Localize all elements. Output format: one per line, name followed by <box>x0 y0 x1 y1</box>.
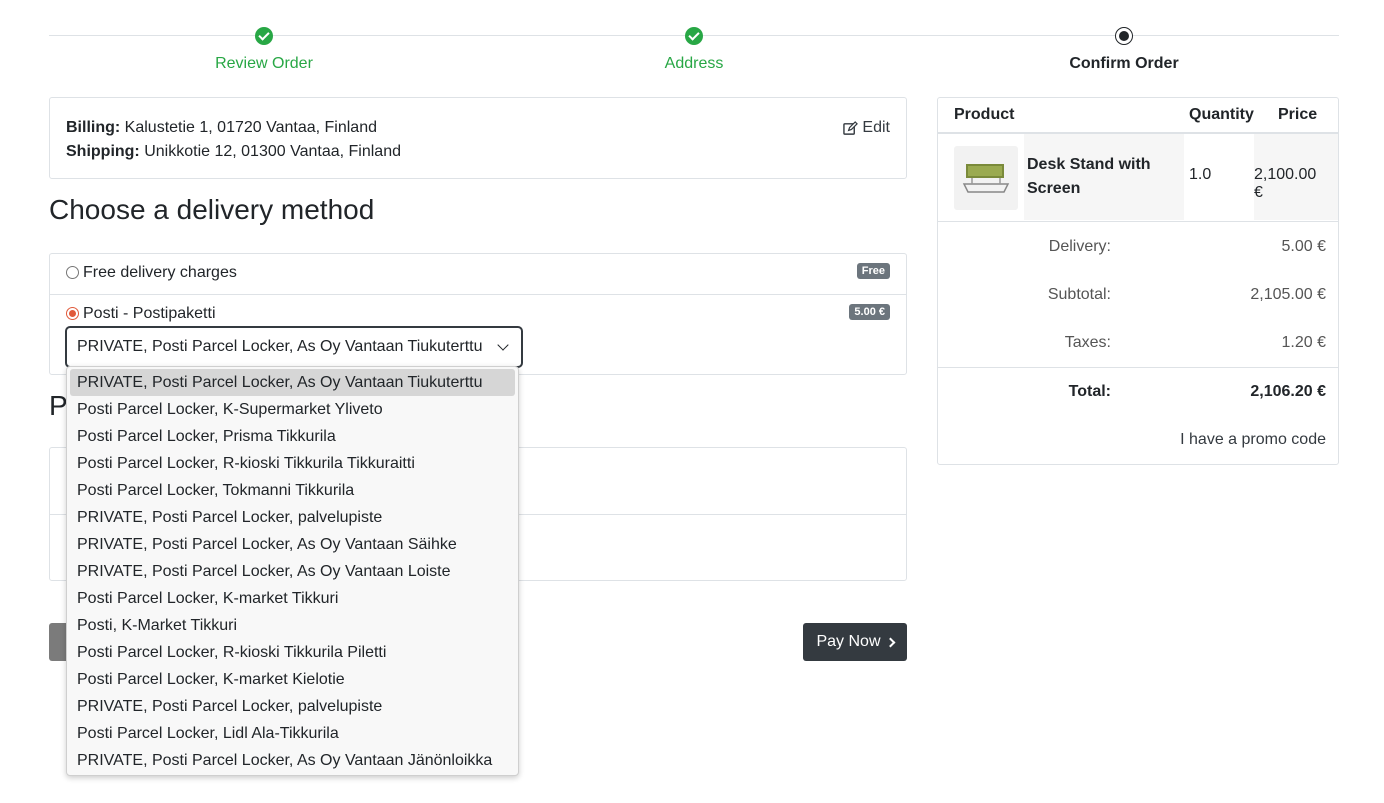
pickup-point-select[interactable]: PRIVATE, Posti Parcel Locker, As Oy Vant… <box>66 327 522 367</box>
chevron-down-icon <box>497 339 509 351</box>
step-confirm-order: Confirm Order <box>1024 27 1224 73</box>
pickup-point-dropdown: PRIVATE, Posti Parcel Locker, As Oy Vant… <box>66 366 519 776</box>
product-image <box>954 146 1018 210</box>
dropdown-option[interactable]: Posti Parcel Locker, R-kioski Tikkurila … <box>70 639 515 666</box>
chevron-right-icon <box>885 637 895 648</box>
pay-now-button[interactable]: Pay Now <box>803 623 907 661</box>
dropdown-option[interactable]: PRIVATE, Posti Parcel Locker, As Oy Vant… <box>70 558 515 585</box>
payment-title: P <box>49 390 68 421</box>
desk-stand-icon <box>962 164 1010 193</box>
product-row: Desk Stand with Screen 1.0 2,100.00 € <box>938 134 1338 222</box>
edit-address-link[interactable]: Edit <box>843 116 890 140</box>
divider <box>938 367 1338 368</box>
edit-label: Edit <box>862 119 890 136</box>
check-circle-icon <box>685 27 703 45</box>
dropdown-option[interactable]: PRIVATE, Posti Parcel Locker, As Oy Vant… <box>70 747 515 774</box>
radio-button[interactable] <box>66 307 79 320</box>
product-price: 2,100.00 € <box>1254 166 1317 201</box>
product-price-cell: 2,100.00 € <box>1254 134 1338 220</box>
promo-code-link[interactable]: I have a promo code <box>1180 431 1326 449</box>
subtotal-label: Subtotal: <box>1047 286 1111 303</box>
total-label: Total: <box>1068 383 1111 400</box>
address-card: Billing: Kalustetie 1, 01720 Vantaa, Fin… <box>49 97 907 179</box>
shipping-label: Shipping: <box>66 143 140 160</box>
taxes-value: 1.20 € <box>1281 334 1326 351</box>
edit-icon <box>843 120 859 135</box>
billing-value: Kalustetie 1, 01720 Vantaa, Finland <box>124 119 377 136</box>
price-badge: Free <box>856 263 890 279</box>
delivery-method-label: Posti - Postipaketti <box>83 305 216 322</box>
delivery-method-label: Free delivery charges <box>83 264 237 281</box>
check-circle-icon <box>255 27 273 45</box>
step-review-order[interactable]: Review Order <box>164 27 364 73</box>
step-label: Review Order <box>215 55 313 72</box>
billing-label: Billing: <box>66 119 121 136</box>
taxes-label: Taxes: <box>1064 334 1111 351</box>
radio-button[interactable] <box>66 266 79 279</box>
delivery-label: Delivery: <box>1048 238 1111 255</box>
dropdown-option[interactable]: Posti, K-Market Tikkuri <box>70 612 515 639</box>
checkout-progress: Review Order Address Confirm Order <box>49 0 1339 90</box>
delivery-title: Choose a delivery method <box>49 194 375 225</box>
subtotal-value: 2,105.00 € <box>1250 286 1326 303</box>
product-name: Desk Stand with Screen <box>1027 156 1151 197</box>
product-name-cell: Desk Stand with Screen <box>1024 134 1184 220</box>
taxes-row: Taxes: 1.20 € <box>938 334 1338 358</box>
shipping-line: Shipping: Unikkotie 12, 01300 Vantaa, Fi… <box>66 140 890 164</box>
order-summary: Product Quantity Price Desk Stand with S… <box>937 97 1339 465</box>
total-value: 2,106.20 € <box>1250 383 1326 400</box>
shipping-value: Unikkotie 12, 01300 Vantaa, Finland <box>144 143 401 160</box>
dropdown-option[interactable]: Posti Parcel Locker, Tokmanni Tikkurila <box>70 477 515 504</box>
step-label: Confirm Order <box>1069 55 1179 72</box>
dropdown-option[interactable]: Posti Parcel Locker, Prisma Tikkurila <box>70 423 515 450</box>
dropdown-option[interactable]: Posti Parcel Locker, R-kioski Tikkurila … <box>70 450 515 477</box>
dropdown-option[interactable]: Posti Parcel Locker, K-Supermarket Ylive… <box>70 396 515 423</box>
subtotal-row: Subtotal: 2,105.00 € <box>938 286 1338 310</box>
dot-circle-icon <box>1115 27 1133 45</box>
step-address[interactable]: Address <box>594 27 794 73</box>
dropdown-option[interactable]: Posti Parcel Locker, K-market Kielotie <box>70 666 515 693</box>
total-row: Total: 2,106.20 € <box>938 383 1338 407</box>
dropdown-option[interactable]: PRIVATE, Posti Parcel Locker, As Oy Vant… <box>70 531 515 558</box>
header-price: Price <box>1278 106 1318 123</box>
select-value: PRIVATE, Posti Parcel Locker, As Oy Vant… <box>77 338 483 355</box>
dropdown-option[interactable]: PRIVATE, Posti Parcel Locker, palvelupis… <box>70 693 515 720</box>
pay-now-label: Pay Now <box>816 633 881 650</box>
delivery-row: Delivery: 5.00 € <box>938 238 1338 262</box>
delivery-method-free[interactable]: Free delivery charges Free <box>50 254 906 295</box>
step-label: Address <box>664 55 724 72</box>
header-quantity: Quantity <box>1189 106 1254 123</box>
product-quantity: 1.0 <box>1189 166 1212 183</box>
summary-header: Product Quantity Price <box>938 98 1338 134</box>
dropdown-option[interactable]: PRIVATE, Posti Parcel Locker, palvelupis… <box>70 504 515 531</box>
dropdown-option[interactable]: Posti Parcel Locker, K-market Tikkuri <box>70 585 515 612</box>
billing-line: Billing: Kalustetie 1, 01720 Vantaa, Fin… <box>66 116 890 140</box>
dropdown-option[interactable]: PRIVATE, Posti Parcel Locker, As Oy Vant… <box>70 369 515 396</box>
delivery-value: 5.00 € <box>1281 238 1326 255</box>
price-badge: 5.00 € <box>849 304 890 320</box>
delivery-method-list: Free delivery charges Free Posti - Posti… <box>49 253 907 375</box>
dropdown-option[interactable]: Posti Parcel Locker, Lidl Ala-Tikkurila <box>70 720 515 747</box>
delivery-method-posti[interactable]: Posti - Postipaketti 5.00 € PRIVATE, Pos… <box>50 295 906 374</box>
header-product: Product <box>954 106 1015 123</box>
